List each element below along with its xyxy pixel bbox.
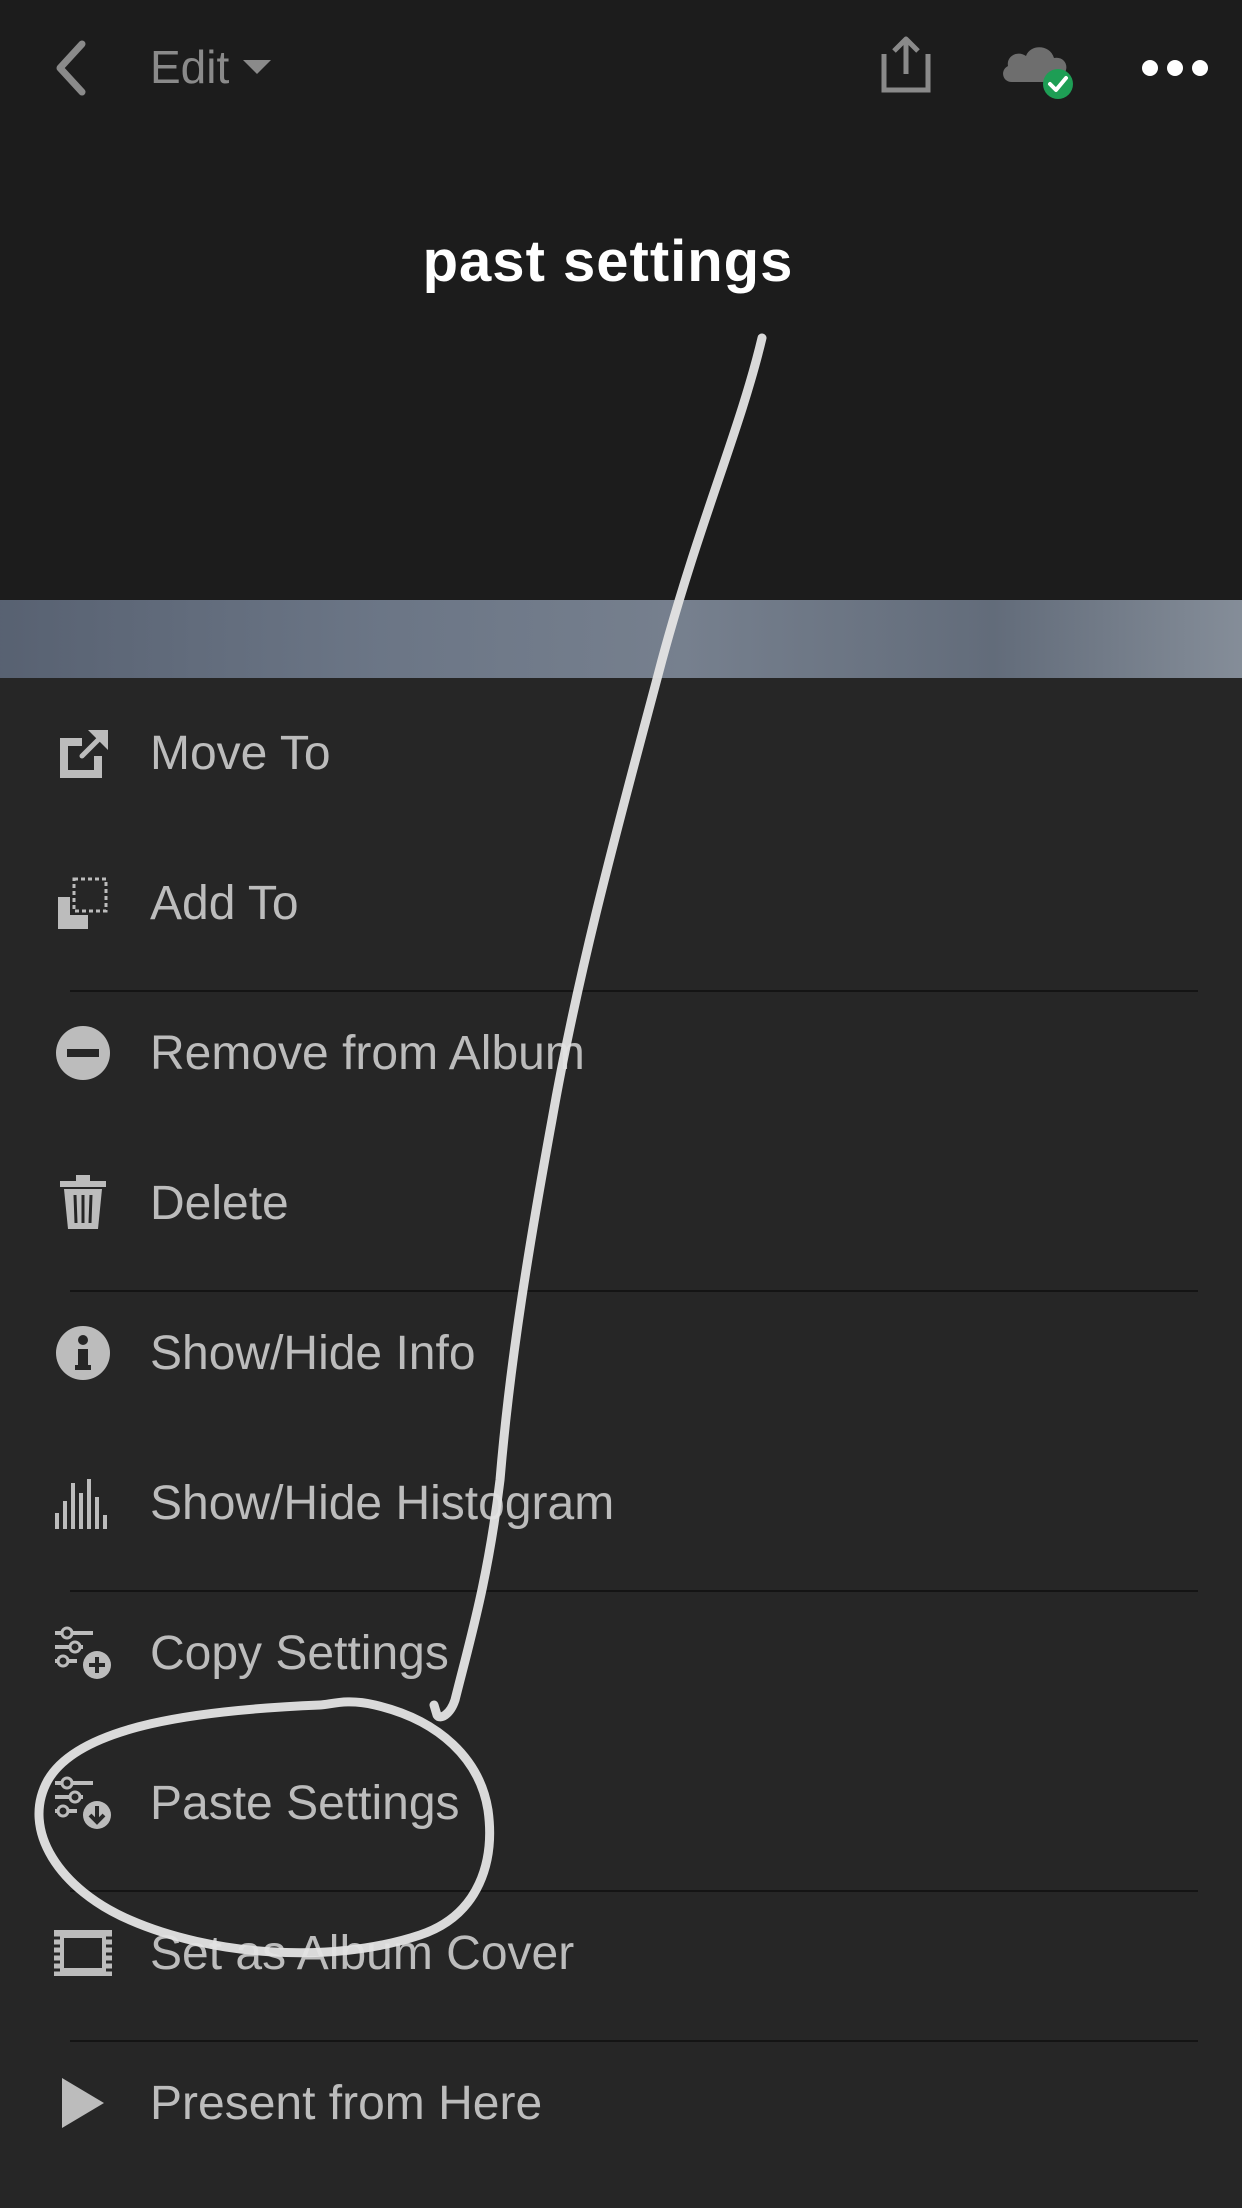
share-icon[interactable] xyxy=(878,34,934,96)
menu-item-label: Show/Hide Info xyxy=(150,1326,476,1380)
menu-item-label: Show/Hide Histogram xyxy=(150,1476,615,1530)
more-horizontal-icon[interactable] xyxy=(1140,48,1210,88)
photo-preview xyxy=(0,600,1242,678)
menu-item-remove-from-album[interactable]: Remove from Album xyxy=(0,978,1242,1128)
menu-item-show-hide-histogram[interactable]: Show/Hide Histogram xyxy=(0,1428,1242,1578)
menu-item-show-hide-info[interactable]: Show/Hide Info xyxy=(0,1278,1242,1428)
annotation-label: past settings xyxy=(422,229,794,294)
menu-item-label: Set as Album Cover xyxy=(150,1926,575,1980)
trash-icon xyxy=(52,1172,114,1234)
remove-circle-icon xyxy=(52,1022,114,1084)
menu-item-label: Copy Settings xyxy=(150,1626,449,1680)
top-bar: Edit xyxy=(0,0,1242,134)
cloud-synced-icon[interactable] xyxy=(998,36,1082,100)
menu-item-copy-settings[interactable]: Copy Settings xyxy=(0,1578,1242,1728)
menu-item-label: Move To xyxy=(150,726,331,780)
menu-item-add-to[interactable]: Add To xyxy=(0,828,1242,978)
album-cover-icon xyxy=(52,1922,114,1984)
paste-settings-icon xyxy=(52,1772,114,1834)
add-to-icon xyxy=(52,872,114,934)
edit-mode-dropdown[interactable]: Edit xyxy=(150,36,272,98)
menu-item-paste-settings[interactable]: Paste Settings xyxy=(0,1728,1242,1878)
info-icon xyxy=(52,1322,114,1384)
histogram-icon xyxy=(52,1472,114,1534)
menu-item-delete[interactable]: Delete xyxy=(0,1128,1242,1278)
menu-item-present-from-here[interactable]: Present from Here xyxy=(0,2028,1242,2178)
edit-label: Edit xyxy=(150,41,230,93)
menu-item-label: Add To xyxy=(150,876,299,930)
menu-item-set-as-album-cover[interactable]: Set as Album Cover xyxy=(0,1878,1242,2028)
menu-item-label: Paste Settings xyxy=(150,1776,460,1830)
menu-item-label: Remove from Album xyxy=(150,1026,585,1080)
menu-item-move-to[interactable]: Move To xyxy=(0,678,1242,828)
chevron-left-icon[interactable] xyxy=(44,38,96,98)
context-menu: Move To Add To Remove from Album Delete … xyxy=(0,678,1242,2208)
menu-item-label: Present from Here xyxy=(150,2076,543,2130)
menu-item-label: Delete xyxy=(150,1176,289,1230)
move-to-icon xyxy=(52,722,114,784)
copy-settings-icon xyxy=(52,1622,114,1684)
play-icon xyxy=(52,2072,114,2134)
caret-down-icon xyxy=(243,60,272,74)
